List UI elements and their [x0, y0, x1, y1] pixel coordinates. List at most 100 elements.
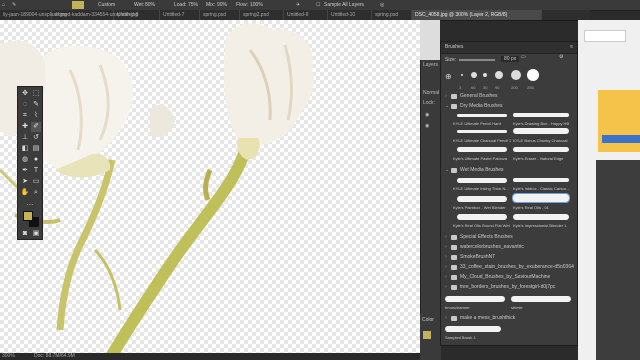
- folder-icon[interactable]: ▭: [521, 54, 526, 60]
- pressure-icon[interactable]: ◎: [380, 0, 384, 10]
- shape-tool-icon[interactable]: ▭: [31, 177, 41, 187]
- tab-4[interactable]: Untitled-7: [160, 10, 200, 20]
- brush-name[interactable]: KYLE Ultimate Pencil Hard: [453, 121, 511, 126]
- type-tool-icon[interactable]: T: [31, 166, 41, 176]
- eraser-tool-icon[interactable]: ◧: [20, 144, 30, 154]
- quick-select-tool-icon[interactable]: ✎: [31, 100, 41, 110]
- brush-name[interactable]: KYLE Ultimate Charcoal Pencil 25px: [453, 138, 511, 143]
- wet-value[interactable]: 80%: [145, 0, 155, 10]
- tab-5[interactable]: spring.psd: [200, 10, 240, 20]
- brush-preset-picker[interactable]: Custom: [98, 0, 115, 10]
- brush-name[interactable]: Kyle's Inkbox - Classic Cartoo...: [513, 186, 575, 191]
- healing-tool-icon[interactable]: ✚: [20, 122, 30, 132]
- brush-stroke-preview[interactable]: [513, 128, 569, 134]
- brush-group-smoke[interactable]: › SmokeBrushNT: [441, 253, 577, 262]
- brush-tip-preset[interactable]: [527, 69, 539, 81]
- blur-tool-icon[interactable]: ◍: [20, 155, 30, 165]
- eye-icon[interactable]: ◉: [425, 112, 429, 118]
- move-tool-icon[interactable]: ✥: [20, 89, 30, 99]
- history-brush-tool-icon[interactable]: ↺: [31, 133, 41, 143]
- brush-stroke-preview[interactable]: [445, 296, 505, 302]
- brush-stroke-preview[interactable]: [513, 147, 569, 152]
- document-canvas[interactable]: [0, 20, 420, 355]
- brush-group-tree-borders[interactable]: › tree_borders_brushes_by_forestgirl-d0j…: [441, 283, 577, 292]
- zoom-tool-icon[interactable]: ⌕: [31, 188, 41, 198]
- size-slider[interactable]: [459, 59, 495, 61]
- screen-mode-icon[interactable]: ▣: [31, 229, 41, 239]
- brush-settings-icon[interactable]: ⚙: [559, 54, 563, 60]
- brush-name[interactable]: Kyle's Drawing Box - Happy HB: [513, 121, 575, 126]
- brush-tip-preset[interactable]: [471, 72, 477, 78]
- brush-group-watercolor[interactable]: › watercolorbrushes_eavantric: [441, 243, 577, 252]
- brush-tip-preset[interactable]: [511, 70, 521, 80]
- current-color-swatch[interactable]: [72, 1, 84, 9]
- brush-name[interactable]: KYLE Ultimate Inking Thick N...: [453, 186, 511, 191]
- brush-name[interactable]: Kyle's Impressionist Blender 1: [513, 223, 575, 228]
- brush-angle-icon[interactable]: ⊕: [445, 72, 452, 81]
- blend-mode-select[interactable]: Normal: [423, 90, 439, 96]
- pen-tool-icon[interactable]: ✒: [20, 166, 30, 176]
- sample-all-layers-checkbox[interactable]: ☐: [316, 0, 320, 10]
- brush-name[interactable]: Kyle's Real Oils - 01: [513, 205, 575, 210]
- tab-1[interactable]: ily-jaan-189004-unsplash.jpg: [0, 10, 67, 20]
- brush-name[interactable]: Kyle's Paintbox - Wet Blender: [453, 205, 511, 210]
- layers-panel-title[interactable]: Layers: [423, 62, 438, 68]
- brush-tip-preset[interactable]: [483, 73, 487, 77]
- eyedropper-tool-icon[interactable]: ⌇: [31, 111, 41, 121]
- mix-value[interactable]: 90%: [217, 0, 227, 10]
- brush-name[interactable]: Kyle's Eraser - Natural Edge: [513, 156, 575, 161]
- tab-6[interactable]: spring2.psd: [240, 10, 284, 20]
- brush-name[interactable]: shimie: [511, 305, 573, 310]
- brush-stroke-preview[interactable]: [513, 113, 569, 117]
- brush-name[interactable]: brooscharmer: [445, 305, 507, 310]
- brush-stroke-preview[interactable]: [457, 214, 507, 220]
- tab-7[interactable]: Untitled-9: [284, 10, 328, 20]
- brush-stroke-preview[interactable]: [513, 214, 569, 220]
- brush-stroke-preview[interactable]: [457, 147, 507, 152]
- brush-group-make-a-mess[interactable]: › make a mess_brushthick: [441, 314, 577, 323]
- brush-tool-icon[interactable]: ✎: [12, 0, 16, 10]
- brushes-panel-title[interactable]: Brushes: [445, 42, 463, 53]
- lasso-tool-icon[interactable]: ◌: [20, 100, 30, 110]
- gradient-tool-icon[interactable]: ▤: [31, 144, 41, 154]
- brush-stroke-preview[interactable]: [457, 196, 507, 202]
- panel-menu-icon[interactable]: ≡: [570, 42, 573, 53]
- brush-name[interactable]: Kyle's Ultimate Pastel Palooza: [453, 156, 511, 161]
- brush-tip-preset[interactable]: [495, 71, 503, 79]
- brush-stroke-preview[interactable]: [513, 178, 569, 182]
- foreground-color-swatch[interactable]: [23, 211, 33, 221]
- flow-value[interactable]: 100%: [250, 0, 263, 10]
- brush-group-cloud[interactable]: › My_Cloud_Brushes_by_SaviourMachine: [441, 273, 577, 282]
- load-value[interactable]: 75%: [188, 0, 198, 10]
- hand-tool-icon[interactable]: ✋: [20, 188, 30, 198]
- tab-2[interactable]: ahmed-kaddam-334554-unsplash.jpg: [52, 10, 138, 20]
- airbrush-icon[interactable]: ✈: [296, 0, 300, 10]
- color-panel-swatch[interactable]: [423, 331, 431, 339]
- brush-group-coffee-stain[interactable]: › 33_coffee_stain_brushes_by_exuberance-…: [441, 263, 577, 272]
- size-value[interactable]: 80 px: [501, 56, 520, 62]
- brush-group-dry-media[interactable]: ⌄ Dry Media Brushes: [441, 102, 577, 111]
- brush-group-wet-media[interactable]: ⌄ Wet Media Brushes: [441, 166, 577, 175]
- brush-group-special-effects[interactable]: › Special Effects Brushes: [441, 233, 577, 242]
- mixer-brush-tool-icon[interactable]: ✐: [31, 122, 41, 132]
- dodge-tool-icon[interactable]: ●: [31, 155, 41, 165]
- brush-name[interactable]: KYLE Bonus Chunky Charcoal: [513, 138, 575, 143]
- tab-8[interactable]: Untitled-10: [328, 10, 372, 20]
- home-icon[interactable]: ⌂: [2, 0, 5, 10]
- brush-group-general[interactable]: › General Brushes: [441, 92, 577, 101]
- marquee-tool-icon[interactable]: ⬚: [31, 89, 41, 99]
- path-select-tool-icon[interactable]: ➤: [20, 177, 30, 187]
- color-panel-title[interactable]: Color: [422, 317, 434, 323]
- tab-3[interactable]: Untitled-8: [114, 10, 160, 20]
- tab-9[interactable]: spring.psd: [372, 10, 412, 20]
- brush-stroke-preview[interactable]: [511, 296, 571, 302]
- tab-active[interactable]: DSC_4058.jpg @ 300% (Layer 2, RGB/8): [412, 10, 542, 20]
- eye-icon[interactable]: ◉: [425, 123, 429, 129]
- crop-tool-icon[interactable]: ⌗: [20, 111, 30, 121]
- brush-stroke-preview[interactable]: [445, 326, 501, 332]
- stamp-tool-icon[interactable]: ⊥: [20, 133, 30, 143]
- brush-tip-preset[interactable]: [461, 74, 463, 76]
- more-tools-icon[interactable]: …: [25, 199, 35, 209]
- brush-stroke-preview[interactable]: [457, 114, 507, 117]
- brush-stroke-preview[interactable]: [457, 130, 507, 133]
